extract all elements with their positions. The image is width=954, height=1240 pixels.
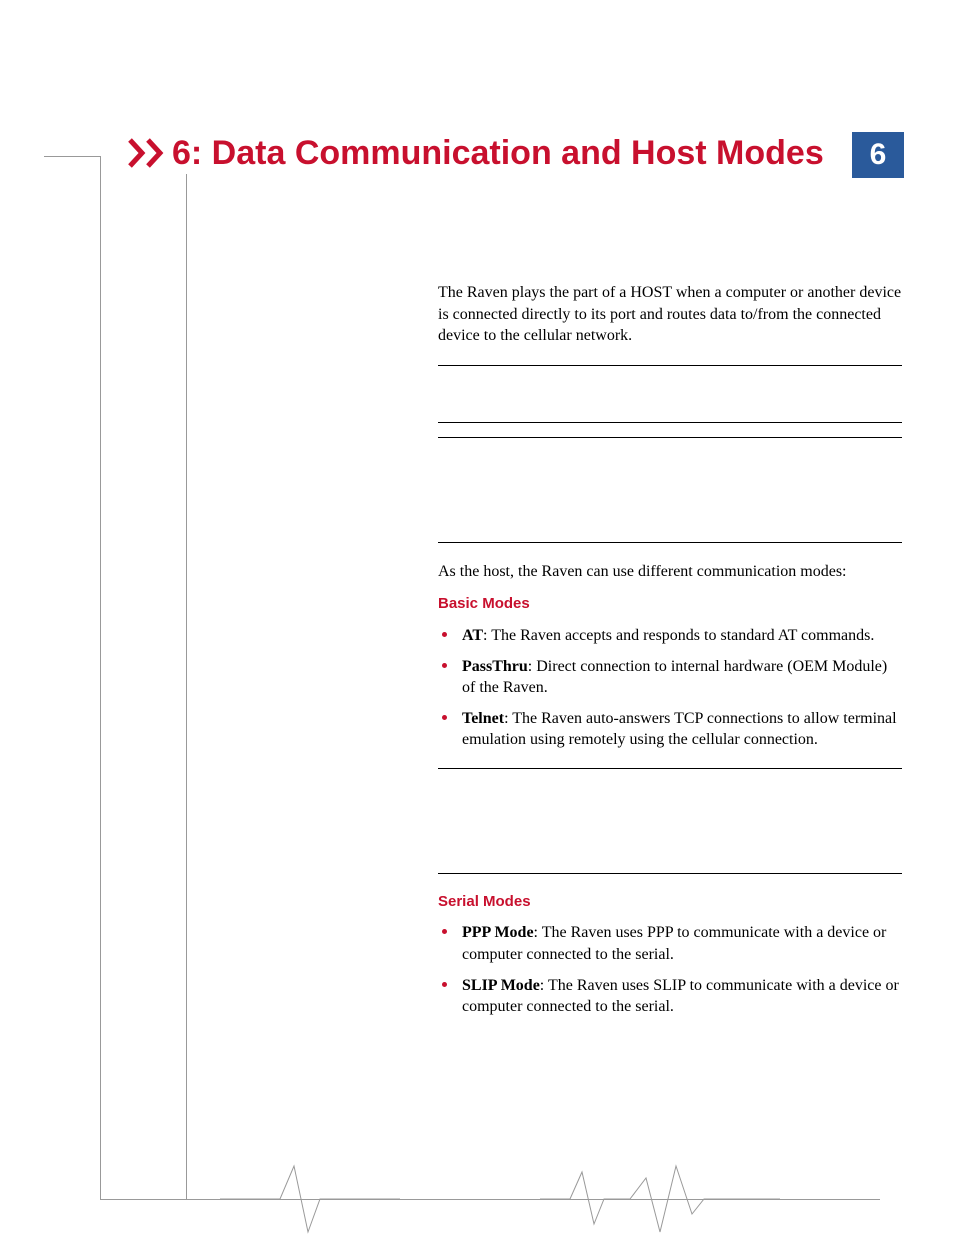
basic-modes-list: AT: The Raven accepts and responds to st… [438, 625, 902, 751]
paragraph: As the host, the Raven can use different… [438, 561, 902, 583]
list-item: SLIP Mode: The Raven uses SLIP to commun… [438, 975, 902, 1017]
term: PassThru [462, 658, 528, 675]
desc: : The Raven auto-answers TCP connections… [462, 710, 897, 748]
margin-rule-inner [186, 174, 187, 1199]
separator-group [438, 768, 902, 874]
separator-line [438, 873, 902, 874]
bullet-icon [442, 715, 447, 720]
term: Telnet [462, 710, 504, 727]
bullet-icon [442, 663, 447, 668]
list-item: AT: The Raven accepts and responds to st… [438, 625, 902, 646]
term: AT [462, 627, 483, 644]
list-item: PassThru: Direct connection to internal … [438, 656, 902, 698]
list-item: Telnet: The Raven auto-answers TCP conne… [438, 708, 902, 750]
separator-line [438, 542, 902, 543]
chapter-number-badge: 6 [852, 132, 904, 178]
term: SLIP Mode [462, 977, 540, 994]
chevron-icon [128, 138, 172, 168]
basic-modes-heading: Basic Modes [438, 594, 902, 614]
term: PPP Mode [462, 924, 534, 941]
serial-modes-heading: Serial Modes [438, 892, 902, 912]
ecg-decoration-icon [220, 1158, 400, 1238]
bullet-icon [442, 982, 447, 987]
margin-rule-outer [100, 156, 101, 1199]
chapter-title: 6: Data Communication and Host Modes [172, 132, 842, 175]
bullet-icon [442, 632, 447, 637]
intro-paragraph: The Raven plays the part of a HOST when … [438, 282, 902, 347]
separator-group [438, 365, 902, 543]
serial-modes-list: PPP Mode: The Raven uses PPP to communic… [438, 922, 902, 1016]
desc: : The Raven accepts and responds to stan… [483, 627, 874, 644]
margin-rule-tick [44, 156, 100, 157]
list-item: PPP Mode: The Raven uses PPP to communic… [438, 922, 902, 964]
bullet-icon [442, 929, 447, 934]
body-column: The Raven plays the part of a HOST when … [438, 282, 902, 1027]
ecg-decoration-icon [540, 1158, 780, 1238]
